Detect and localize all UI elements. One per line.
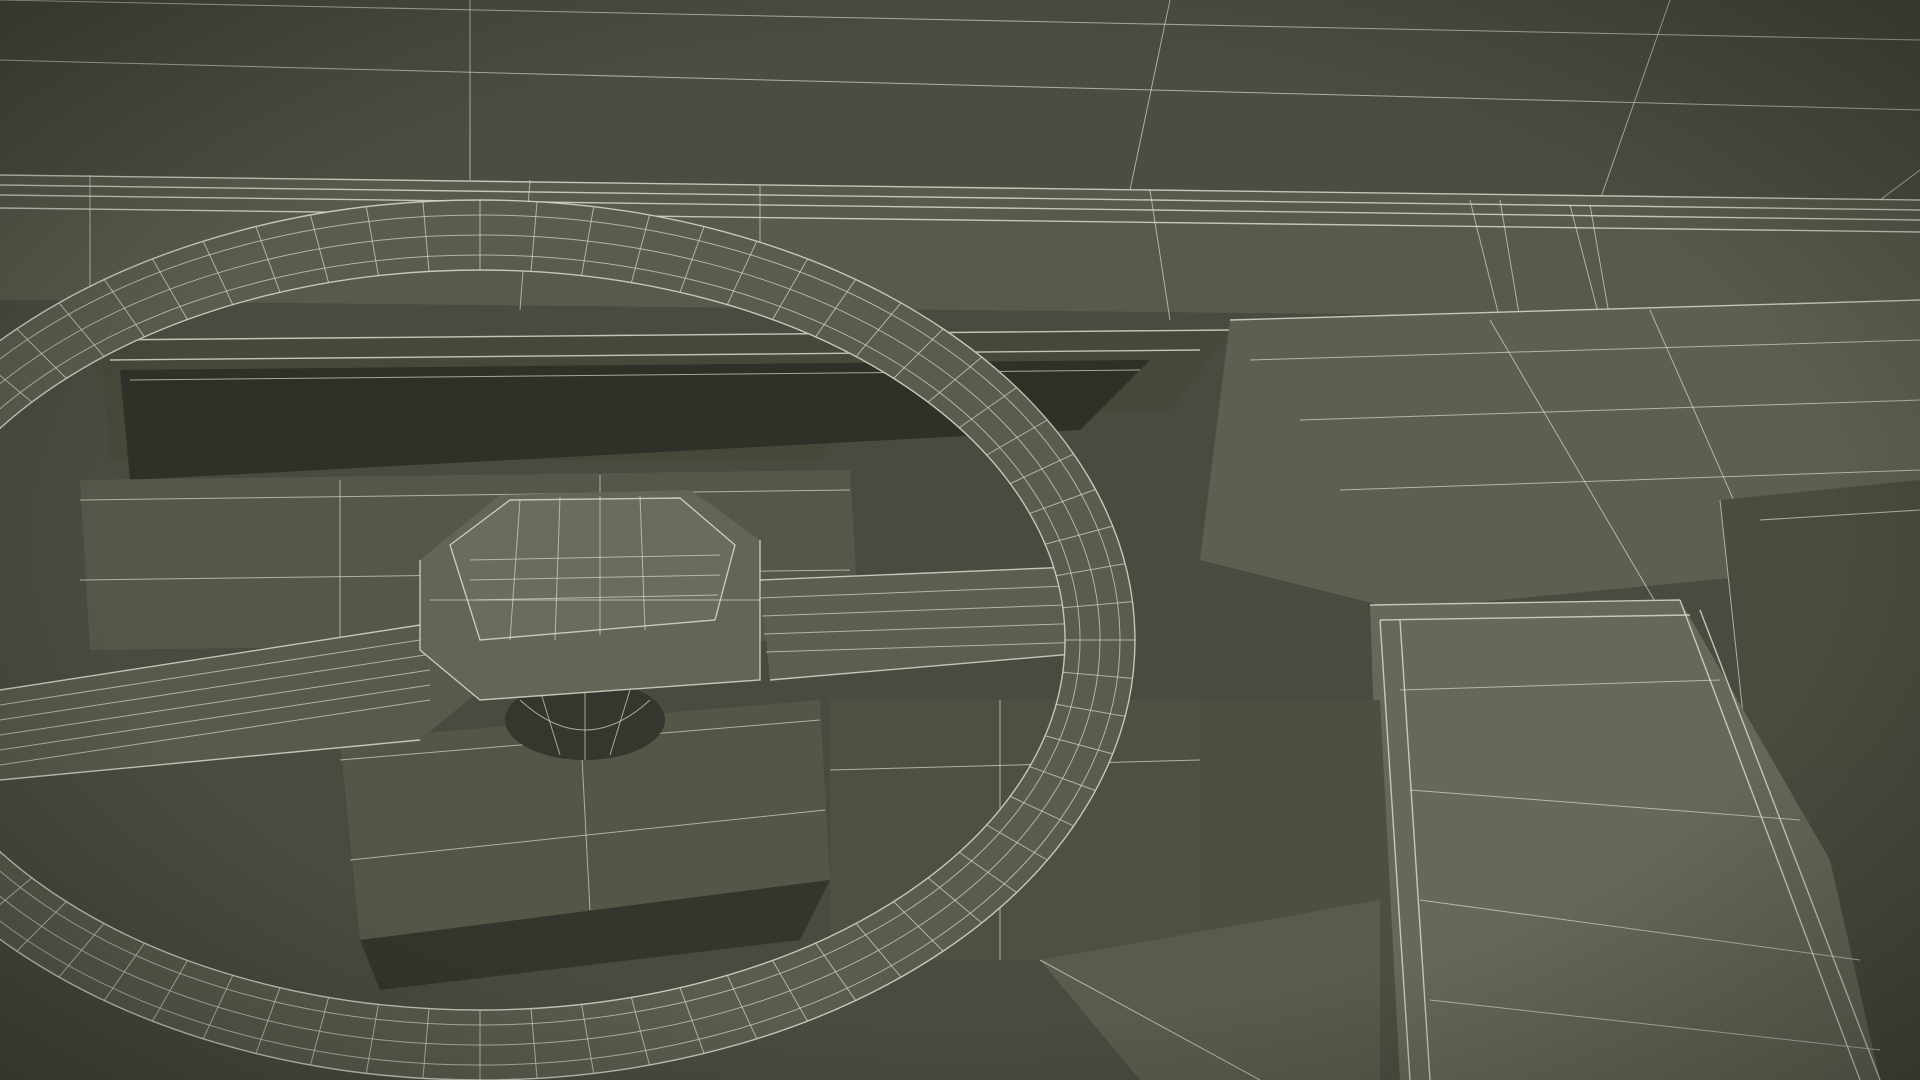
render-viewport [0,0,1920,1080]
wireframe-scene [0,0,1920,1080]
vignette-overlay [0,0,1920,1080]
